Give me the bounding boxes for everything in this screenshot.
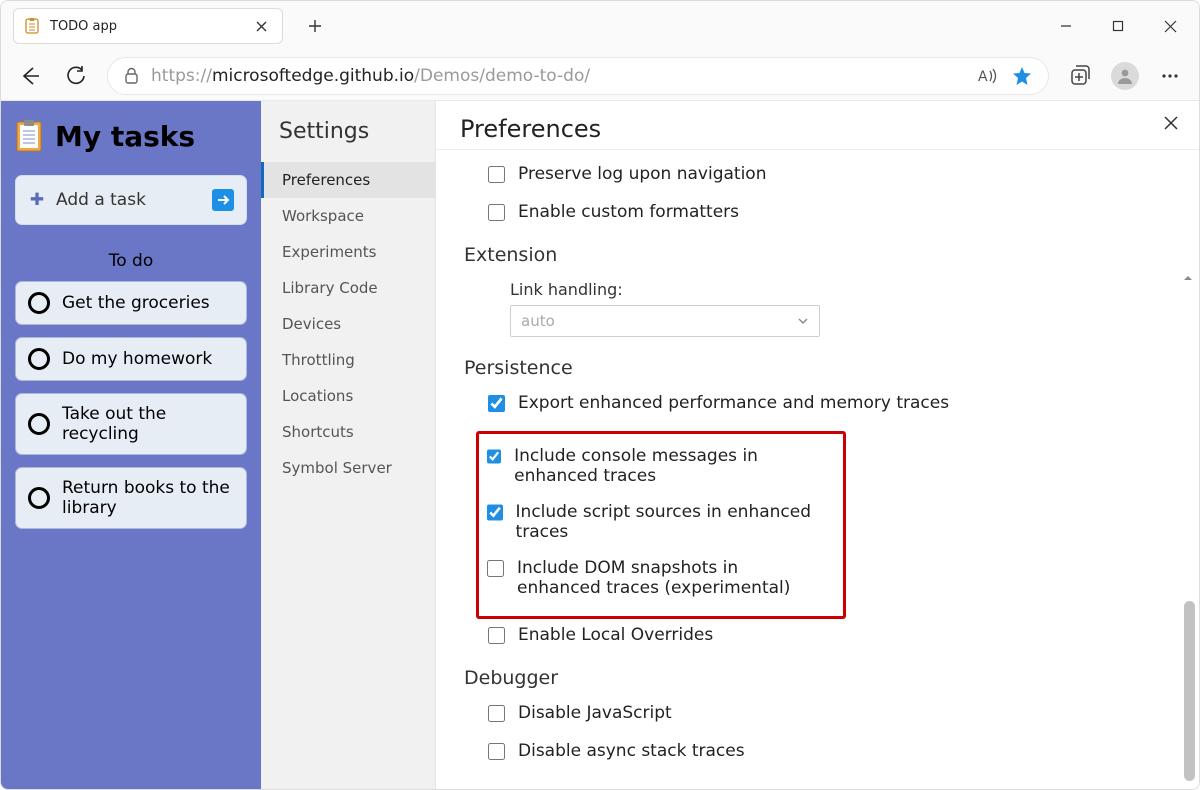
plus-icon: ✚ [28, 190, 46, 210]
checkbox-local-overrides[interactable] [488, 627, 505, 644]
tab-close-icon[interactable] [250, 15, 272, 37]
pref-preserve-log[interactable]: Preserve log upon navigation [484, 164, 1169, 186]
scrollbar-thumb[interactable] [1184, 601, 1195, 781]
settings-item-throttling[interactable]: Throttling [261, 342, 435, 378]
task-checkbox-icon[interactable] [28, 487, 50, 509]
tab-favicon-icon [24, 18, 40, 34]
preferences-title: Preferences [460, 115, 601, 143]
window-titlebar: TODO app [1, 1, 1199, 51]
pref-label: Include script sources in enhanced trace… [516, 502, 839, 542]
pref-label: Enable custom formatters [518, 202, 739, 222]
window-close-button[interactable] [1147, 7, 1193, 45]
back-button[interactable] [15, 61, 45, 91]
link-handling-select[interactable]: auto [510, 305, 820, 337]
add-task-input[interactable]: ✚ Add a task [15, 175, 247, 225]
checkbox-export-enhanced[interactable] [488, 395, 505, 412]
svg-text:A: A [978, 69, 988, 85]
collections-icon[interactable] [1065, 61, 1095, 91]
browser-tab[interactable]: TODO app [13, 8, 283, 44]
checkbox-include-dom[interactable] [487, 560, 504, 577]
refresh-button[interactable] [61, 61, 91, 91]
pref-disable-async[interactable]: Disable async stack traces [484, 741, 1169, 763]
pref-label: Include DOM snapshots in enhanced traces… [517, 558, 827, 598]
profile-avatar[interactable] [1111, 62, 1139, 90]
pref-local-overrides[interactable]: Enable Local Overrides [484, 625, 1169, 647]
checkbox-custom-formatters[interactable] [488, 204, 505, 221]
pref-label: Preserve log upon navigation [518, 164, 766, 184]
settings-item-symbol-server[interactable]: Symbol Server [261, 450, 435, 486]
task-checkbox-icon[interactable] [28, 413, 50, 435]
new-tab-button[interactable] [299, 10, 331, 42]
task-card[interactable]: Do my homework [15, 337, 247, 381]
favorite-icon[interactable] [1012, 66, 1032, 86]
link-handling-label: Link handling: [510, 280, 1169, 299]
pref-label: Enable Local Overrides [518, 625, 713, 645]
clipboard-icon [15, 119, 43, 153]
checkbox-include-console[interactable] [487, 448, 501, 465]
pref-include-console[interactable]: Include console messages in enhanced tra… [483, 446, 839, 486]
settings-item-devices[interactable]: Devices [261, 306, 435, 342]
settings-item-library-code[interactable]: Library Code [261, 270, 435, 306]
app-title: My tasks [55, 120, 195, 153]
checkbox-preserve-log[interactable] [488, 166, 505, 183]
task-label: Do my homework [62, 349, 212, 369]
checkbox-include-scripts[interactable] [487, 504, 503, 521]
window-minimize-button[interactable] [1043, 7, 1089, 45]
pref-disable-js[interactable]: Disable JavaScript [484, 703, 1169, 725]
task-card[interactable]: Return books to the library [15, 467, 247, 529]
todo-app: My tasks ✚ Add a task To do Get the groc… [1, 101, 261, 789]
read-aloud-icon[interactable]: A [978, 66, 998, 86]
task-label: Take out the recycling [62, 404, 234, 444]
settings-item-experiments[interactable]: Experiments [261, 234, 435, 270]
preferences-panel: Preferences Preserve log upon navigation… [436, 101, 1199, 789]
todo-header: To do [15, 251, 247, 271]
section-extension: Extension [464, 244, 1169, 266]
settings-title: Settings [279, 119, 435, 144]
pref-label: Export enhanced performance and memory t… [518, 393, 949, 413]
pref-label: Disable JavaScript [518, 703, 672, 723]
settings-sidebar: Settings Preferences Workspace Experimen… [261, 101, 436, 789]
task-label: Return books to the library [62, 478, 234, 518]
checkbox-disable-async[interactable] [488, 743, 505, 760]
pref-label: Include console messages in enhanced tra… [514, 446, 839, 486]
pref-label: Disable async stack traces [518, 741, 745, 761]
tab-title: TODO app [50, 19, 240, 34]
pref-include-dom[interactable]: Include DOM snapshots in enhanced traces… [483, 558, 839, 598]
task-card[interactable]: Get the groceries [15, 281, 247, 325]
highlighted-settings-box: Include console messages in enhanced tra… [476, 431, 846, 619]
chevron-down-icon [797, 315, 809, 327]
settings-item-workspace[interactable]: Workspace [261, 198, 435, 234]
window-maximize-button[interactable] [1095, 7, 1141, 45]
task-checkbox-icon[interactable] [28, 348, 50, 370]
lock-icon [124, 67, 139, 85]
add-task-label: Add a task [56, 190, 146, 210]
settings-item-locations[interactable]: Locations [261, 378, 435, 414]
url-text: https://microsoftedge.github.io/Demos/de… [151, 66, 966, 86]
task-checkbox-icon[interactable] [28, 292, 50, 314]
address-bar[interactable]: https://microsoftedge.github.io/Demos/de… [107, 57, 1049, 95]
more-menu-icon[interactable] [1155, 61, 1185, 91]
task-card[interactable]: Take out the recycling [15, 393, 247, 455]
task-label: Get the groceries [62, 293, 210, 313]
settings-item-preferences[interactable]: Preferences [261, 162, 435, 198]
close-panel-icon[interactable] [1157, 109, 1185, 137]
pref-include-scripts[interactable]: Include script sources in enhanced trace… [483, 502, 839, 542]
select-value: auto [521, 312, 555, 330]
section-persistence: Persistence [464, 357, 1169, 379]
submit-task-icon[interactable] [212, 189, 234, 211]
section-debugger: Debugger [464, 667, 1169, 689]
settings-item-shortcuts[interactable]: Shortcuts [261, 414, 435, 450]
checkbox-disable-js[interactable] [488, 705, 505, 722]
scroll-up-arrow-icon[interactable] [1181, 271, 1197, 285]
pref-custom-formatters[interactable]: Enable custom formatters [484, 202, 1169, 224]
pref-export-enhanced[interactable]: Export enhanced performance and memory t… [484, 393, 1169, 415]
browser-toolbar: https://microsoftedge.github.io/Demos/de… [1, 51, 1199, 101]
